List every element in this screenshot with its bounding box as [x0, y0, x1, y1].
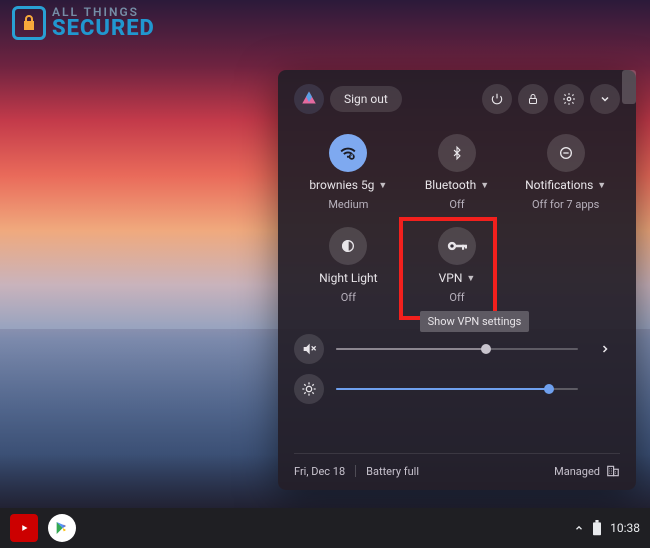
brightness-row	[294, 374, 620, 404]
power-icon[interactable]	[482, 84, 512, 114]
clock: 10:38	[610, 521, 640, 535]
lock-icon	[12, 6, 46, 40]
wifi-tile[interactable]: brownies 5g ▼ Medium	[294, 128, 403, 217]
play-store-app-icon[interactable]	[48, 514, 76, 542]
chevron-down-icon: ▼	[466, 273, 475, 284]
battery-label: Battery full	[366, 465, 419, 478]
dnd-icon	[547, 134, 585, 172]
night-light-icon	[329, 227, 367, 265]
sign-out-button[interactable]: Sign out	[330, 86, 402, 112]
volume-mute-icon[interactable]	[294, 334, 324, 364]
notifications-label: Notifications	[525, 178, 593, 192]
separator	[355, 465, 356, 477]
gear-icon[interactable]	[554, 84, 584, 114]
volume-slider[interactable]	[336, 348, 578, 350]
quick-tiles-row2: Night Light Off VPN▼ Off Show VPN settin…	[294, 221, 620, 310]
wifi-sub: Medium	[328, 198, 368, 211]
vpn-sub: Off	[449, 291, 464, 304]
bluetooth-icon	[438, 134, 476, 172]
shelf: 10:38	[0, 508, 650, 548]
notifications-sub: Off for 7 apps	[532, 198, 599, 211]
avatar[interactable]	[294, 84, 324, 114]
managed-link[interactable]: Managed	[554, 464, 620, 478]
bluetooth-tile[interactable]: Bluetooth ▼ Off	[403, 128, 512, 217]
wifi-icon	[329, 134, 367, 172]
status-area[interactable]: 10:38	[574, 520, 640, 536]
youtube-app-icon[interactable]	[10, 514, 38, 542]
night-light-tile[interactable]: Night Light Off	[294, 221, 403, 310]
collapse-icon[interactable]	[590, 84, 620, 114]
brightness-icon[interactable]	[294, 374, 324, 404]
lock-button-icon[interactable]	[518, 84, 548, 114]
chevron-down-icon: ▼	[480, 180, 489, 191]
date-label: Fri, Dec 18	[294, 465, 345, 478]
night-light-sub: Off	[341, 291, 356, 304]
wifi-label: brownies 5g	[309, 178, 374, 192]
brightness-slider[interactable]	[336, 388, 578, 390]
expand-up-icon	[574, 523, 584, 533]
expand-audio-icon[interactable]	[590, 334, 620, 364]
bluetooth-sub: Off	[449, 198, 464, 211]
bluetooth-label: Bluetooth	[425, 178, 476, 192]
scrollbar[interactable]	[622, 70, 636, 104]
brand-logo: ALL THINGS SECURED	[12, 6, 155, 40]
quick-tiles-row1: brownies 5g ▼ Medium Bluetooth ▼ Off Notif…	[294, 128, 620, 217]
vpn-label: VPN	[439, 271, 463, 285]
chevron-down-icon: ▼	[597, 180, 606, 191]
vpn-key-icon	[438, 227, 476, 265]
logo-line2: SECURED	[52, 18, 155, 40]
panel-header: Sign out	[294, 84, 620, 114]
empty-tile	[511, 221, 620, 310]
chevron-down-icon: ▼	[378, 180, 387, 191]
battery-icon	[592, 520, 602, 536]
quick-settings-panel: Sign out brownies 5g ▼ Medium Bluetooth ▼ …	[278, 70, 636, 490]
notifications-tile[interactable]: Notifications ▼ Off for 7 apps	[511, 128, 620, 217]
logo-line1: ALL THINGS	[52, 6, 155, 18]
enterprise-icon	[606, 464, 620, 478]
volume-row	[294, 334, 620, 364]
managed-label: Managed	[554, 465, 600, 478]
vpn-tooltip: Show VPN settings	[420, 311, 530, 332]
panel-footer: Fri, Dec 18 Battery full Managed	[294, 453, 620, 478]
vpn-tile[interactable]: VPN▼ Off Show VPN settings	[403, 221, 512, 310]
night-light-label: Night Light	[319, 271, 377, 285]
